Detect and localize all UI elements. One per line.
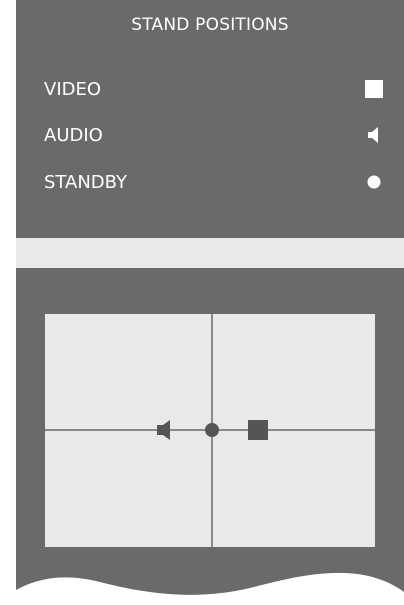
square-icon xyxy=(364,79,384,99)
menu-item-label: STANDBY xyxy=(44,171,128,193)
menu-item-label: VIDEO xyxy=(44,78,102,100)
page-title: STAND POSITIONS xyxy=(131,15,289,35)
video-position-icon[interactable] xyxy=(248,420,268,440)
separator-bar xyxy=(16,238,404,268)
dot-icon xyxy=(364,172,384,192)
stand-positions-screen: STAND POSITIONS VIDEO AUDIO STANDBY xyxy=(0,0,404,605)
stand-position-diagram xyxy=(45,314,375,547)
menu-item-audio[interactable]: AUDIO xyxy=(44,120,384,150)
menu-item-label: AUDIO xyxy=(44,124,103,146)
speaker-icon xyxy=(364,125,384,145)
menu-item-video[interactable]: VIDEO xyxy=(44,74,384,104)
menu-item-standby[interactable]: STANDBY xyxy=(44,167,384,197)
standby-position-icon[interactable] xyxy=(205,423,219,437)
